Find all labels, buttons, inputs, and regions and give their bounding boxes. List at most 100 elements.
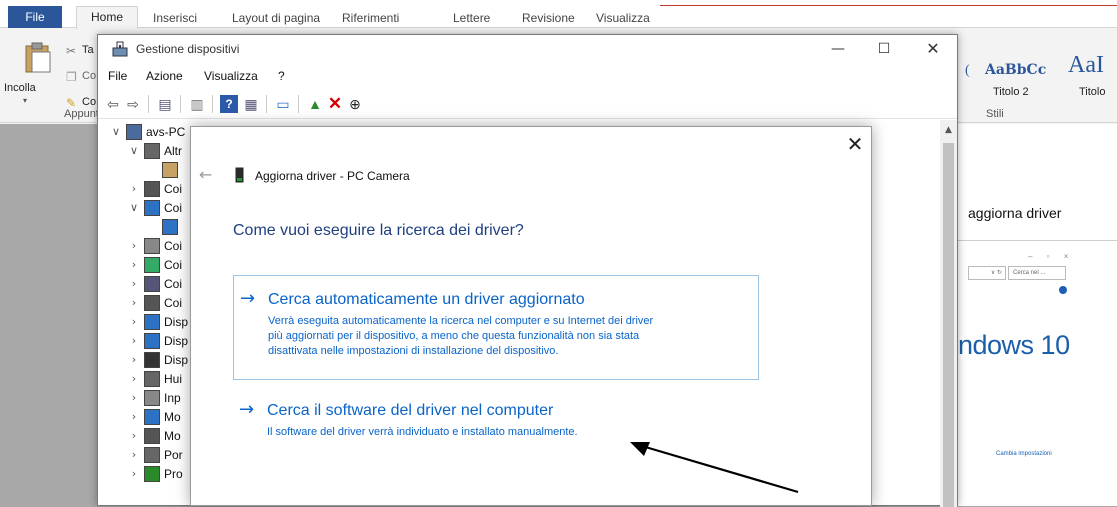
usb-icon [144, 295, 160, 311]
tree-item[interactable] [98, 160, 193, 180]
chevron-right-icon[interactable]: › [128, 426, 140, 446]
tab-revisione[interactable]: Revisione [522, 8, 575, 28]
tab-riferimenti[interactable]: Riferimenti [342, 8, 399, 28]
copy-label[interactable]: Co [82, 70, 96, 82]
style-gallery-partial[interactable]: ( [965, 63, 970, 79]
computer-icon [126, 124, 142, 140]
chevron-right-icon[interactable]: › [128, 350, 140, 370]
paste-icon[interactable] [24, 42, 52, 74]
tree-item[interactable]: › Hui [98, 369, 193, 389]
style-name-titolo[interactable]: Titolo [1079, 86, 1106, 98]
chevron-right-icon[interactable]: › [128, 274, 140, 294]
back-icon[interactable]: ⇦ [104, 95, 122, 113]
tree-item-label: Disp [164, 353, 189, 367]
style-name-titolo2[interactable]: Titolo 2 [993, 86, 1029, 98]
tree-item-label: Hui [164, 372, 183, 386]
tree-item[interactable]: › Por [98, 445, 193, 465]
copy-icon[interactable]: ❐ [66, 70, 80, 84]
tree-item[interactable]: › Coi [98, 179, 193, 199]
menu-file[interactable]: File [108, 69, 127, 83]
windows10-logo-text: ndows 10 [958, 330, 1070, 360]
tree-item[interactable]: › Coi [98, 236, 193, 256]
chevron-down-icon[interactable]: ∨ [128, 141, 140, 161]
annotation-arrow [630, 442, 799, 494]
tree-item[interactable]: › Pro [98, 464, 193, 484]
menu-help[interactable]: ? [278, 69, 285, 83]
tree-item[interactable]: › Disp [98, 331, 193, 351]
chevron-right-icon[interactable]: › [128, 255, 140, 275]
tree-item[interactable]: ∨ avs-PC [98, 122, 193, 142]
chevron-right-icon[interactable]: › [128, 179, 140, 199]
tree-item[interactable]: ∨ Coi [98, 198, 193, 218]
screenshot-help-icon [1059, 286, 1067, 294]
enable-device-icon[interactable]: ⊕ [346, 95, 364, 113]
properties-icon[interactable]: ▥ [188, 95, 206, 113]
maximize-button[interactable]: ☐ [861, 35, 907, 65]
chevron-right-icon[interactable]: › [128, 407, 140, 427]
cut-label[interactable]: Ta [82, 44, 94, 56]
close-button[interactable]: ✕ [910, 35, 956, 65]
document-heading: aggiorna driver [968, 205, 1062, 221]
tree-item-label: Coi [164, 277, 183, 291]
tree-item[interactable]: › Coi [98, 293, 193, 313]
tree-item[interactable] [98, 217, 193, 237]
tree-item-label: Disp [164, 334, 189, 348]
tab-visualizza[interactable]: Visualizza [596, 8, 650, 28]
cut-icon[interactable]: ✂ [66, 44, 80, 58]
help-icon[interactable]: ? [220, 95, 238, 113]
chevron-right-icon[interactable]: › [128, 369, 140, 389]
chevron-right-icon[interactable]: › [128, 331, 140, 351]
uninstall-icon[interactable]: ✕ [326, 95, 344, 113]
dialog-close-button[interactable]: ✕ [841, 131, 869, 159]
chevron-right-icon[interactable]: › [128, 312, 140, 332]
scroll-up-icon[interactable]: ▲ [940, 125, 957, 139]
menu-visualizza[interactable]: Visualizza [204, 69, 258, 83]
dialog-title: Aggiorna driver - PC Camera [255, 169, 410, 183]
view-icon[interactable]: ▦ [242, 95, 260, 113]
tree-item-label: Por [164, 448, 183, 462]
tree-item[interactable]: › Coi [98, 255, 193, 275]
tree-item[interactable]: › Mo [98, 407, 193, 427]
tree-item[interactable]: ∨ Altr [98, 141, 193, 161]
paste-label[interactable]: Incolla [4, 82, 36, 94]
tab-inserisci[interactable]: Inserisci [153, 8, 197, 28]
tab-layout[interactable]: Layout di pagina [232, 8, 320, 28]
portable-device-icon [144, 352, 160, 368]
tab-file[interactable]: File [8, 6, 62, 28]
dialog-back-icon[interactable]: ← [199, 165, 212, 184]
tree-item[interactable]: › Disp [98, 350, 193, 370]
scrollbar-thumb[interactable] [943, 143, 954, 507]
chevron-right-icon[interactable]: › [128, 464, 140, 484]
menu-azione[interactable]: Azione [146, 69, 183, 83]
unknown-device-icon [144, 143, 160, 159]
minimize-button[interactable]: — [815, 35, 861, 65]
document-page[interactable] [958, 124, 1117, 506]
show-hide-tree-icon[interactable]: ▤ [156, 95, 174, 113]
computer-device-icon [144, 181, 160, 197]
paste-dropdown-icon[interactable]: ▾ [23, 96, 27, 105]
scan-hardware-icon[interactable]: ▭ [274, 95, 292, 113]
search-automatically-option[interactable]: → Cerca automaticamente un driver aggior… [233, 275, 759, 380]
chevron-right-icon[interactable]: › [128, 293, 140, 313]
tree-item[interactable]: › Mo [98, 426, 193, 446]
style-sample-titolo2[interactable]: AaBbCc [985, 62, 1046, 78]
update-driver-icon[interactable]: ▲ [306, 95, 324, 113]
format-painter-label[interactable]: Co [82, 96, 96, 108]
style-sample-titolo[interactable]: AaI [1068, 52, 1104, 79]
tree-item-label: Mo [164, 429, 181, 443]
tab-lettere[interactable]: Lettere [453, 8, 490, 28]
chevron-right-icon[interactable]: › [128, 445, 140, 465]
screenshot-window-controls: – ▫ × [1028, 252, 1075, 261]
tree-item-label: Mo [164, 410, 181, 424]
tree-item[interactable]: › Coi [98, 274, 193, 294]
option1-desc-line3: disattivata nelle impostazioni di instal… [268, 345, 559, 357]
forward-icon[interactable]: ⇨ [124, 95, 142, 113]
tree-item[interactable]: › Disp [98, 312, 193, 332]
tree-item[interactable]: › Inp [98, 388, 193, 408]
chevron-right-icon[interactable]: › [128, 388, 140, 408]
chevron-right-icon[interactable]: › [128, 236, 140, 256]
dialog-question: Come vuoi eseguire la ricerca dei driver… [233, 222, 524, 239]
chevron-down-icon[interactable]: ∨ [110, 122, 122, 142]
chevron-down-icon[interactable]: ∨ [128, 198, 140, 218]
tab-home[interactable]: Home [76, 6, 138, 29]
